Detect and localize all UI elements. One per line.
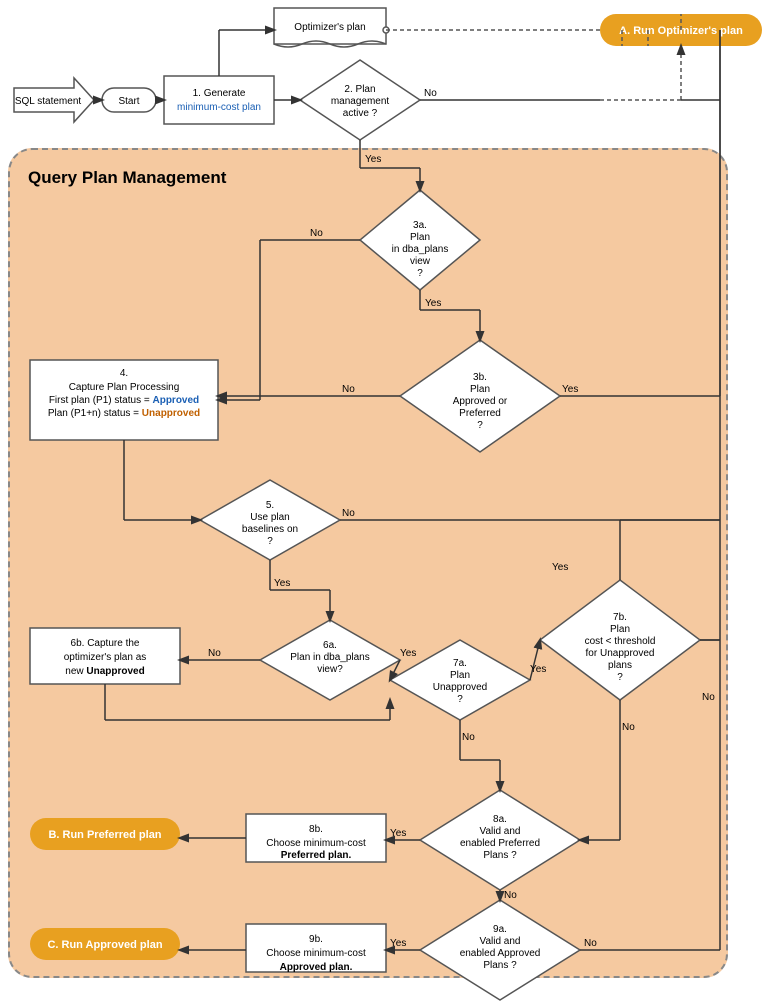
svg-text:SQL statement: SQL statement xyxy=(15,96,82,107)
svg-text:Start: Start xyxy=(118,96,139,107)
svg-text:2. Plan: 2. Plan xyxy=(344,84,375,95)
svg-text:1. Generate: 1. Generate xyxy=(193,88,246,99)
svg-text:Optimizer's plan: Optimizer's plan xyxy=(294,22,365,33)
qpm-region xyxy=(8,148,728,978)
step2-node: 2. Plan management active ? xyxy=(300,60,420,140)
svg-text:minimum-cost plan: minimum-cost plan xyxy=(177,102,261,113)
svg-text:active ?: active ? xyxy=(343,108,378,119)
sql-statement-node: SQL statement xyxy=(14,78,94,122)
svg-text:A. Run Optimizer's plan: A. Run Optimizer's plan xyxy=(619,25,743,37)
svg-text:No: No xyxy=(424,88,437,99)
start-node: Start xyxy=(102,88,156,112)
node-a: A. Run Optimizer's plan xyxy=(600,14,762,46)
qpm-title: Query Plan Management xyxy=(28,168,226,188)
diagram-container: Query Plan Management SQL statement Star… xyxy=(0,0,775,1004)
svg-text:management: management xyxy=(331,96,390,107)
optimizers-plan-node: Optimizer's plan xyxy=(274,8,389,47)
step1-node: 1. Generate minimum-cost plan xyxy=(164,76,274,124)
